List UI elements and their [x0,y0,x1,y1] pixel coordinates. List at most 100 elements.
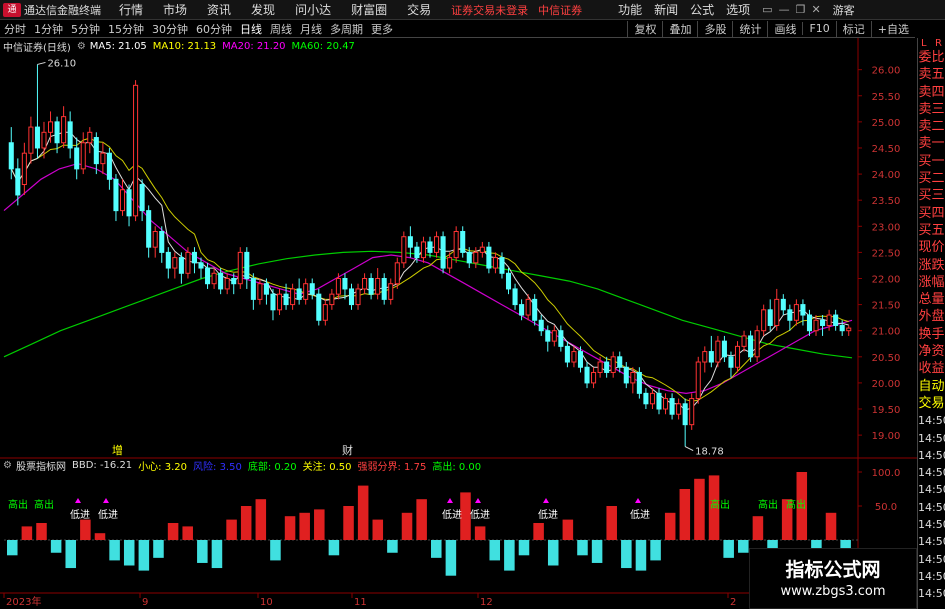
watermark-title: 指标公式网 [785,559,881,581]
minimize-icon[interactable]: — [779,3,790,16]
tool-mark[interactable]: 标记 [835,20,871,37]
kline-chart[interactable]: 26.00 25.50 25.00 24.50 24.00 23.50 23.00 22.50… [0,38,917,609]
quote-side-panel: L R 委比 卖五 卖四 卖三 卖二 卖一 买一 买二 买三 买四 买五 现价 涨跌 涨幅 总量 外盘 换手 净资… [917,38,945,609]
ma-info-bar: 中信证券(日线) ⚙ MA5: 21.05 MA10: 21.13 MA20: … [0,39,355,54]
tool-multi-stock[interactable]: 多股 [697,20,732,37]
candle-body [473,251,479,264]
indicator-bar [328,540,340,556]
tool-statistics[interactable]: 统计 [732,20,767,37]
settings-icon[interactable]: ⚙ [3,460,12,471]
candle-body [172,257,178,269]
candle-body [93,137,99,165]
side-item-3[interactable]: 卖三 [918,101,945,118]
candle-body [21,152,27,186]
tool-f10[interactable]: F10 [802,22,835,35]
candle-body [787,309,793,321]
indicator-bar [723,540,734,558]
tab-more[interactable]: 更多 [371,21,393,37]
side-item-17[interactable]: 净资 [918,343,945,360]
candle-body [741,335,747,347]
indicator-bar [416,499,427,540]
side-item-20[interactable]: 交易 [918,395,945,412]
candle-body [695,361,701,400]
broker-name[interactable]: 中信证券 [538,2,582,18]
menu-quotes[interactable]: 行情 [119,1,143,18]
menu-market[interactable]: 市场 [163,1,187,18]
side-item-7[interactable]: 买二 [918,170,945,187]
menu-function[interactable]: 功能 [618,1,642,18]
indicator-bar [606,506,617,540]
candle-body [676,403,682,415]
tool-add-watchlist[interactable]: +自选 [870,20,915,37]
menu-news[interactable]: 资讯 [207,1,231,18]
menu-ask[interactable]: 问小达 [295,1,331,18]
side-item-1[interactable]: 卖五 [918,66,945,83]
indicator-bar [240,506,252,540]
side-item-8[interactable]: 买三 [918,187,945,204]
stock-title[interactable]: 中信证券(日线) [3,39,71,54]
tab-monthly[interactable]: 月线 [300,21,322,37]
candle-body [839,324,845,332]
side-item-14[interactable]: 总量 [918,291,945,308]
maximize-icon[interactable]: ❐ [796,3,806,16]
candle-body [237,251,243,285]
indicator-name[interactable]: 股票指标网 [16,458,66,473]
close-icon[interactable]: ✕ [811,3,820,16]
tab-60min[interactable]: 60分钟 [196,21,232,37]
side-item-11[interactable]: 现价 [918,239,945,256]
candle-body [100,152,106,165]
price-tick-label: 20.00 [872,379,901,390]
menu-headlines[interactable]: 新闻 [654,1,678,18]
menu-options[interactable]: 选项 [726,1,750,18]
menu-trade[interactable]: 交易 [407,1,431,18]
candle-body [41,131,47,149]
side-item-10[interactable]: 买五 [918,222,945,239]
candle-body [152,231,158,248]
side-left-toggle[interactable]: L [921,38,927,49]
candle-body [591,371,597,384]
tab-15min[interactable]: 15分钟 [108,21,144,37]
tool-draw-line[interactable]: 画线 [767,20,802,37]
tool-adjust[interactable]: 复权 [627,20,662,37]
side-right-toggle[interactable]: R [935,38,942,49]
candle-body [47,121,54,133]
side-item-2[interactable]: 卖四 [918,84,945,101]
tab-weekly[interactable]: 周线 [270,21,292,37]
candle-body [8,142,14,170]
side-item-19[interactable]: 自动 [918,378,945,395]
tab-30min[interactable]: 30分钟 [152,21,188,37]
tool-overlay[interactable]: 叠加 [662,20,697,37]
tab-5min[interactable]: 5分钟 [71,21,100,37]
side-item-15[interactable]: 外盘 [918,308,945,325]
menu-discover[interactable]: 发现 [251,1,275,18]
restore-icon[interactable]: ▭ [762,3,772,16]
candle-body [774,298,780,326]
side-item-0[interactable]: 委比 [918,49,945,66]
candle-body [440,236,446,269]
side-item-18[interactable]: 收益 [918,360,945,377]
side-item-4[interactable]: 卖二 [918,118,945,135]
side-item-16[interactable]: 换手 [918,326,945,343]
side-item-6[interactable]: 买一 [918,153,945,170]
candle-body [178,257,184,274]
guest-label[interactable]: 游客 [833,2,855,18]
tab-multi-period[interactable]: 多周期 [330,21,363,37]
side-item-9[interactable]: 买四 [918,205,945,222]
candle-body [519,304,525,316]
side-item-13[interactable]: 涨幅 [918,274,945,291]
candle-body [643,392,649,405]
side-item-5[interactable]: 卖一 [918,135,945,152]
indicator-bar [387,540,398,553]
candle-body [401,236,407,264]
candle-body [263,283,269,295]
tab-intraday[interactable]: 分时 [4,21,26,37]
app-title: 通达信金融终端 [24,3,101,17]
tab-1min[interactable]: 1分钟 [34,21,63,37]
tab-daily[interactable]: 日线 [240,21,262,37]
login-warning[interactable]: 证券交易未登录 [451,2,528,18]
menu-wealth[interactable]: 财富圈 [351,1,387,18]
signal-low-label: 低进 [442,508,462,521]
side-item-12[interactable]: 涨跌 [918,257,945,274]
menu-formula[interactable]: 公式 [690,1,714,18]
settings-icon[interactable]: ⚙ [77,41,86,52]
